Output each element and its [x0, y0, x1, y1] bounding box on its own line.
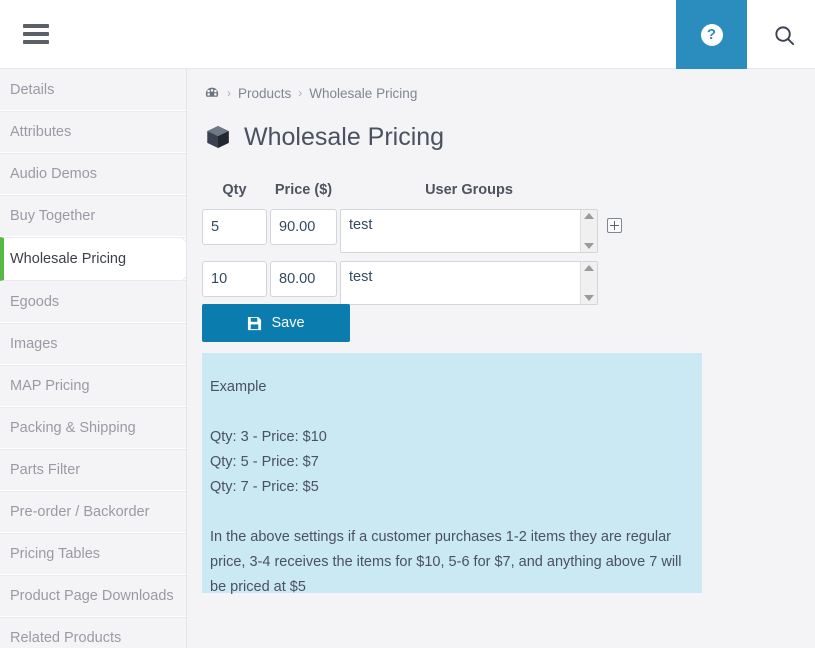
breadcrumb: › Products › Wholesale Pricing: [204, 82, 417, 104]
hamburger-bar-3: [23, 40, 49, 44]
plus-square-icon[interactable]: [607, 218, 622, 233]
example-line-3: Qty: 7 - Price: $5: [210, 479, 319, 495]
hamburger-menu-icon[interactable]: [20, 21, 52, 47]
scrollbar-row-2[interactable]: [580, 262, 597, 304]
sidebar-item-label: Wholesale Pricing: [10, 251, 127, 267]
breadcrumb-separator-2: ›: [298, 86, 303, 100]
sidebar-item-label: Buy Together: [10, 208, 96, 224]
sidebar-item-label: Pricing Tables: [10, 546, 101, 562]
sidebar-item-label: Audio Demos: [10, 166, 98, 182]
table-row: test: [202, 209, 622, 253]
help-button[interactable]: ?: [676, 0, 747, 69]
sidebar-item-label: Egoods: [10, 294, 60, 310]
sidebar-item-label: Attributes: [10, 124, 72, 140]
sidebar-item-label: Images: [10, 336, 58, 352]
sidebar-item-packing-shipping[interactable]: Packing & Shipping: [0, 407, 186, 449]
sidebar-item-label: Related Products: [10, 630, 122, 646]
save-button-label: Save: [271, 315, 305, 331]
qty-input-row-1[interactable]: [202, 209, 267, 245]
breadcrumb-item-products[interactable]: Products: [238, 86, 291, 101]
user-group-option[interactable]: test: [341, 210, 597, 233]
sidebar-item-related-products[interactable]: Related Products: [0, 617, 186, 648]
price-input-row-2[interactable]: [270, 261, 337, 297]
table-row: test: [202, 261, 622, 305]
breadcrumb-separator-1: ›: [227, 86, 231, 100]
breadcrumb-item-wholesale-pricing[interactable]: Wholesale Pricing: [309, 86, 417, 101]
sidebar-item-product-page-downloads[interactable]: Product Page Downloads: [0, 575, 186, 617]
hamburger-bar-1: [23, 24, 49, 28]
sidebar-item-label: MAP Pricing: [10, 378, 90, 394]
scrollbar-row-1[interactable]: [580, 210, 597, 252]
wholesale-pricing-grid: Qty Price ($) User Groups test test: [202, 179, 622, 305]
example-info-box: Example Qty: 3 - Price: $10 Qty: 5 - Pri…: [202, 353, 702, 595]
sidebar-item-label: Packing & Shipping: [10, 420, 136, 436]
floppy-disk-save-icon: [247, 316, 262, 331]
scroll-down-arrow-icon[interactable]: [584, 295, 594, 301]
sidebar-nav: Details Attributes Audio Demos Buy Toget…: [0, 69, 187, 648]
sidebar-item-buy-together[interactable]: Buy Together: [0, 195, 186, 237]
cube-box-icon: [204, 123, 232, 151]
user-groups-select-row-1[interactable]: test: [340, 209, 598, 253]
price-input-row-1[interactable]: [270, 209, 337, 245]
page-title: Wholesale Pricing: [244, 122, 445, 151]
sidebar-item-parts-filter[interactable]: Parts Filter: [0, 449, 186, 491]
sidebar-item-attributes[interactable]: Attributes: [0, 111, 186, 153]
example-heading: Example: [210, 379, 267, 395]
qty-input-row-2[interactable]: [202, 261, 267, 297]
dashboard-icon[interactable]: [204, 85, 220, 101]
scroll-up-arrow-icon[interactable]: [584, 213, 594, 219]
sidebar-item-label: Parts Filter: [10, 462, 81, 478]
main-content: › Products › Wholesale Pricing Wholesale…: [188, 69, 815, 648]
example-line-2: Qty: 5 - Price: $7: [210, 454, 319, 470]
column-header-usergroups: User Groups: [425, 182, 513, 198]
question-mark-icon: ?: [700, 23, 723, 46]
user-groups-select-row-2[interactable]: test: [340, 261, 598, 305]
scroll-up-arrow-icon[interactable]: [584, 265, 594, 271]
page-header: Wholesale Pricing: [204, 123, 444, 151]
example-paragraph: In the above settings if a customer purc…: [210, 529, 682, 595]
grid-header-row: Qty Price ($) User Groups: [202, 179, 622, 201]
example-spacer: [210, 400, 690, 425]
sidebar-item-pricing-tables[interactable]: Pricing Tables: [0, 533, 186, 575]
save-button[interactable]: Save: [202, 304, 350, 342]
top-header-bar: ?: [0, 0, 815, 69]
sidebar-item-wholesale-pricing[interactable]: Wholesale Pricing: [0, 237, 186, 281]
user-group-option[interactable]: test: [341, 262, 597, 285]
column-header-qty: Qty: [222, 182, 247, 198]
hamburger-bar-2: [23, 32, 49, 36]
scroll-down-arrow-icon[interactable]: [584, 243, 594, 249]
search-icon[interactable]: [760, 14, 808, 56]
column-header-price: Price ($): [274, 182, 333, 198]
sidebar-item-label: Details: [10, 82, 55, 98]
sidebar-item-egoods[interactable]: Egoods: [0, 281, 186, 323]
example-spacer-2: [210, 500, 690, 525]
sidebar-item-label: Pre-order / Backorder: [10, 504, 150, 520]
sidebar-item-images[interactable]: Images: [0, 323, 186, 365]
sidebar-item-details[interactable]: Details: [0, 69, 186, 111]
sidebar-item-map-pricing[interactable]: MAP Pricing: [0, 365, 186, 407]
sidebar-item-preorder-backorder[interactable]: Pre-order / Backorder: [0, 491, 186, 533]
example-line-1: Qty: 3 - Price: $10: [210, 429, 327, 445]
sidebar-item-label: Product Page Downloads: [10, 588, 174, 604]
sidebar-item-audio-demos[interactable]: Audio Demos: [0, 153, 186, 195]
